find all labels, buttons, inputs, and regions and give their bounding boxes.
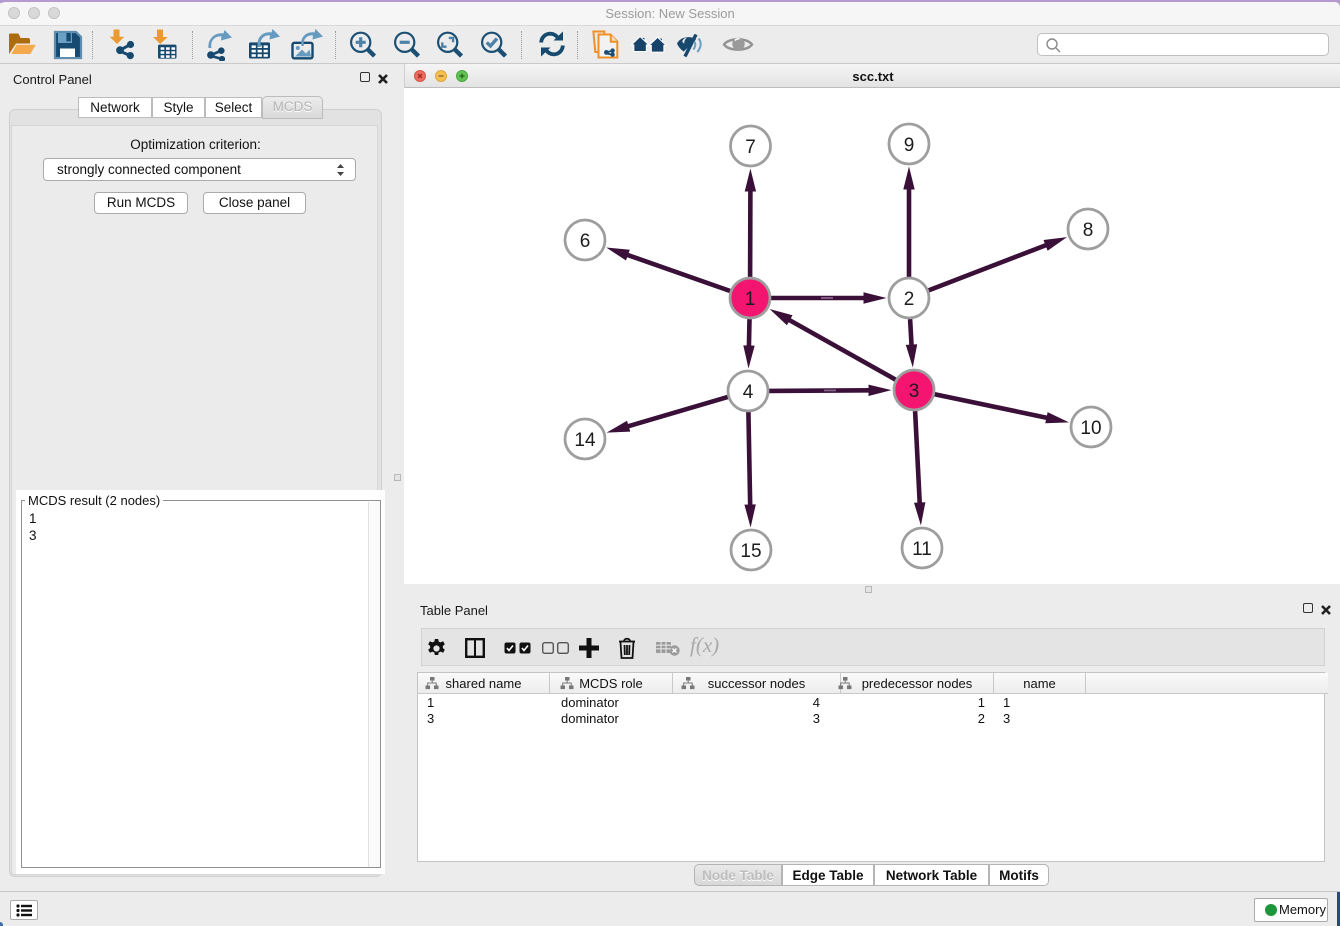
svg-text:14: 14 bbox=[574, 430, 596, 451]
svg-text:6: 6 bbox=[580, 231, 591, 252]
svg-text:3: 3 bbox=[909, 381, 920, 402]
svg-text:7: 7 bbox=[745, 137, 756, 158]
svg-text:8: 8 bbox=[1083, 220, 1094, 241]
svg-text:10: 10 bbox=[1080, 418, 1101, 439]
svg-text:2: 2 bbox=[904, 289, 915, 310]
svg-text:11: 11 bbox=[912, 539, 932, 560]
svg-text:1: 1 bbox=[745, 289, 756, 310]
svg-text:9: 9 bbox=[904, 135, 915, 156]
svg-text:4: 4 bbox=[743, 382, 754, 403]
svg-text:15: 15 bbox=[740, 541, 761, 562]
